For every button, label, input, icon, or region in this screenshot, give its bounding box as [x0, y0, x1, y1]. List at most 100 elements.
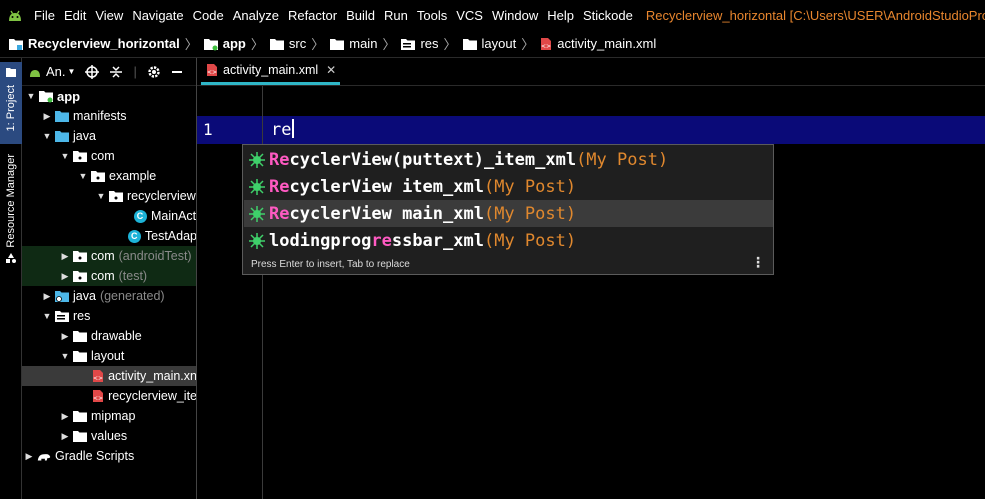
folder-icon [72, 329, 88, 343]
tree-item-com-test[interactable]: ▶ com (test) [22, 266, 196, 286]
breadcrumb-separator-icon: 〉 [521, 37, 535, 52]
menu-vcs[interactable]: VCS [456, 8, 483, 23]
toolbar-divider: | [133, 64, 137, 79]
completion-item[interactable]: lodingprog re ssbar_xml (My Post) [244, 227, 773, 254]
resource-manager-icon [5, 252, 17, 267]
tree-item-manifests[interactable]: ▶ manifests [22, 106, 196, 126]
menu-tools[interactable]: Tools [417, 8, 447, 23]
tree-item-drawable[interactable]: ▶ drawable [22, 326, 196, 346]
project-folder-icon [8, 37, 24, 51]
package-icon [72, 249, 88, 263]
menu-analyze[interactable]: Analyze [233, 8, 279, 23]
tree-item-values[interactable]: ▶ values [22, 426, 196, 446]
code-line: re [271, 119, 295, 140]
gradle-icon [36, 449, 52, 463]
menu-view[interactable]: View [95, 8, 123, 23]
tree-item-testadapter[interactable]: C TestAdap [22, 226, 196, 246]
menu-run[interactable]: Run [384, 8, 408, 23]
resource-manager-label: Resource Manager [5, 154, 17, 248]
tree-item-activity-main-xml[interactable]: <> activity_main.xn [22, 366, 196, 386]
svg-text:<>: <> [541, 43, 551, 50]
menu-navigate[interactable]: Navigate [132, 8, 183, 23]
breadcrumb-layout[interactable]: layout [462, 36, 516, 51]
minimize-icon[interactable] [171, 66, 183, 78]
menu-bar: File Edit View Navigate Code Analyze Ref… [0, 0, 985, 30]
collapsed-arrow-icon: ▶ [43, 110, 51, 121]
xml-file-icon: <> [205, 63, 219, 77]
tree-item-java-generated[interactable]: ▶ java (generated) [22, 286, 196, 306]
folder-icon [72, 429, 88, 443]
snippet-bug-icon [248, 205, 266, 223]
completion-item[interactable]: Re cyclerView item_xml (My Post) [244, 173, 773, 200]
completion-item-selected[interactable]: Re cyclerView main_xml (My Post) [244, 200, 773, 227]
gear-icon[interactable] [147, 65, 161, 79]
project-panel-toolbar: An. ▼ | [22, 58, 196, 86]
view-selector-dropdown[interactable]: An. ▼ [28, 64, 75, 79]
menu-edit[interactable]: Edit [64, 8, 86, 23]
tree-item-res[interactable]: ▼ res [22, 306, 196, 326]
menu-build[interactable]: Build [346, 8, 375, 23]
tree-item-mipmap[interactable]: ▶ mipmap [22, 406, 196, 426]
tab-activity-main-xml[interactable]: <> activity_main.xml ✕ [201, 58, 341, 85]
project-icon [5, 66, 17, 81]
collapse-all-icon[interactable] [109, 65, 123, 79]
snippet-bug-icon [248, 151, 266, 169]
tree-item-java[interactable]: ▼ java [22, 126, 196, 146]
folder-icon [54, 109, 70, 123]
tree-item-recyclerview-item-xml[interactable]: <> recyclerview_ite [22, 386, 196, 406]
svg-text:<>: <> [93, 375, 103, 382]
more-options-icon[interactable]: ⋮ [751, 254, 765, 271]
breadcrumb-file[interactable]: <> activity_main.xml [539, 36, 656, 51]
module-folder-icon [38, 89, 54, 103]
tree-item-com-androidtest[interactable]: ▶ com (androidTest) [22, 246, 196, 266]
generated-folder-icon [54, 289, 70, 303]
completion-item[interactable]: Re cyclerView(puttext)_item_xml (My Post) [244, 146, 773, 173]
tree-item-layout[interactable]: ▼ layout [22, 346, 196, 366]
xml-file-icon: <> [539, 37, 553, 51]
class-icon: C [127, 229, 142, 243]
menu-refactor[interactable]: Refactor [288, 8, 337, 23]
breadcrumb-project[interactable]: Recyclerview_horizontal [8, 36, 180, 51]
project-tool-tab[interactable]: 1: Project [0, 62, 22, 144]
tab-label: activity_main.xml [223, 63, 319, 77]
breadcrumb-res[interactable]: res [400, 36, 439, 51]
menu-file[interactable]: File [34, 8, 55, 23]
menu-code[interactable]: Code [193, 8, 224, 23]
text-caret [292, 119, 295, 138]
tree-item-mainactivity[interactable]: C MainAct [22, 206, 196, 226]
snippet-bug-icon [248, 232, 266, 250]
expanded-arrow-icon: ▼ [60, 151, 70, 161]
snippet-bug-icon [248, 178, 266, 196]
class-icon: C [132, 209, 148, 223]
locate-icon[interactable] [85, 64, 100, 79]
package-icon [108, 189, 124, 203]
line-number: 1 [203, 120, 213, 139]
expanded-arrow-icon: ▼ [96, 191, 106, 201]
menu-help[interactable]: Help [547, 8, 574, 23]
breadcrumb-src[interactable]: src [269, 36, 306, 51]
folder-icon [72, 349, 88, 363]
expanded-arrow-icon: ▼ [60, 351, 70, 361]
menu-stickode[interactable]: Stickode [583, 8, 633, 23]
resource-manager-tab[interactable]: Resource Manager [0, 154, 22, 270]
tree-item-example[interactable]: ▼ example [22, 166, 196, 186]
breadcrumb-main[interactable]: main [329, 36, 377, 51]
collapsed-arrow-icon: ▶ [43, 290, 51, 301]
resource-folder-icon [400, 37, 416, 51]
close-icon[interactable]: ✕ [326, 63, 336, 77]
svg-text:<>: <> [93, 395, 103, 402]
project-panel: An. ▼ | ▼ app ▶ manifests ▼ java ▼ com ▼… [22, 58, 197, 499]
expanded-arrow-icon: ▼ [78, 171, 88, 181]
resource-folder-icon [54, 309, 70, 323]
tool-window-strip: 1: Project Resource Manager [0, 58, 22, 499]
menu-window[interactable]: Window [492, 8, 538, 23]
breadcrumb-app[interactable]: app [203, 36, 246, 51]
tree-item-com[interactable]: ▼ com [22, 146, 196, 166]
tree-item-gradle-scripts[interactable]: ▶ Gradle Scripts [22, 446, 196, 466]
expanded-arrow-icon: ▼ [42, 131, 52, 141]
tree-item-recyclerview[interactable]: ▼ recyclerview [22, 186, 196, 206]
tree-item-app[interactable]: ▼ app [22, 86, 196, 106]
android-studio-icon [6, 6, 24, 24]
svg-text:<>: <> [207, 69, 217, 76]
dropdown-arrow-icon: ▼ [67, 67, 76, 76]
